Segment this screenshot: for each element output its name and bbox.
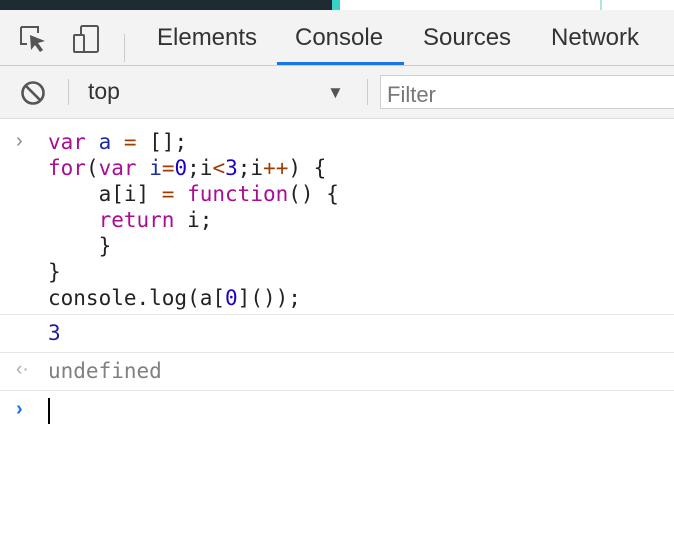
page-accent-line	[600, 0, 602, 10]
active-tab-indicator	[277, 62, 404, 65]
clear-console-icon[interactable]	[19, 79, 47, 107]
console-toolbar: top ▼ Filter	[0, 66, 674, 119]
devtools-window: Elements Console Sources Network top ▼ F…	[0, 0, 674, 556]
tab-elements[interactable]: Elements	[157, 10, 257, 65]
filter-input[interactable]: Filter	[380, 75, 674, 109]
console-messages: › var a = []; for(var i=0;i<3;i++) { a[i…	[0, 119, 674, 556]
filter-placeholder: Filter	[387, 82, 436, 107]
page-teal-region	[332, 0, 340, 10]
return-arrow-icon: ‹·	[16, 359, 29, 380]
chevron-right-icon: ›	[16, 130, 23, 152]
page-behind-strip	[0, 0, 674, 10]
code-line: console.log(a[0]());	[48, 286, 301, 310]
text-cursor	[48, 398, 50, 424]
code-line: for(var i=0;i<3;i++) {	[48, 156, 327, 180]
console-input-entry: › var a = []; for(var i=0;i<3;i++) { a[i…	[0, 119, 674, 315]
chevron-right-icon: ›	[16, 398, 23, 420]
code-line: var a = [];	[48, 130, 188, 154]
tab-sources[interactable]: Sources	[423, 10, 511, 65]
chevron-down-icon[interactable]: ▼	[327, 83, 344, 103]
console-log-entry: 3	[0, 315, 674, 353]
return-value: undefined	[48, 359, 162, 383]
code-line: }	[48, 234, 112, 258]
toolbar-separator	[367, 79, 368, 105]
log-output-value: 3	[48, 321, 61, 345]
code-line: }	[48, 260, 61, 284]
page-dark-region	[0, 0, 332, 10]
tabbar-separator	[124, 34, 125, 62]
inspect-element-icon[interactable]	[18, 24, 48, 54]
context-selector[interactable]: top	[88, 78, 120, 105]
device-toggle-icon[interactable]	[72, 24, 102, 54]
code-line: a[i] = function() {	[48, 182, 339, 206]
tab-network[interactable]: Network	[551, 10, 639, 65]
console-prompt[interactable]: ›	[0, 391, 674, 431]
console-result-entry: ‹· undefined	[0, 353, 674, 391]
tab-console[interactable]: Console	[295, 10, 383, 65]
code-line: return i;	[98, 208, 213, 232]
devtools-tabbar: Elements Console Sources Network	[0, 10, 674, 66]
toolbar-separator	[68, 79, 69, 105]
